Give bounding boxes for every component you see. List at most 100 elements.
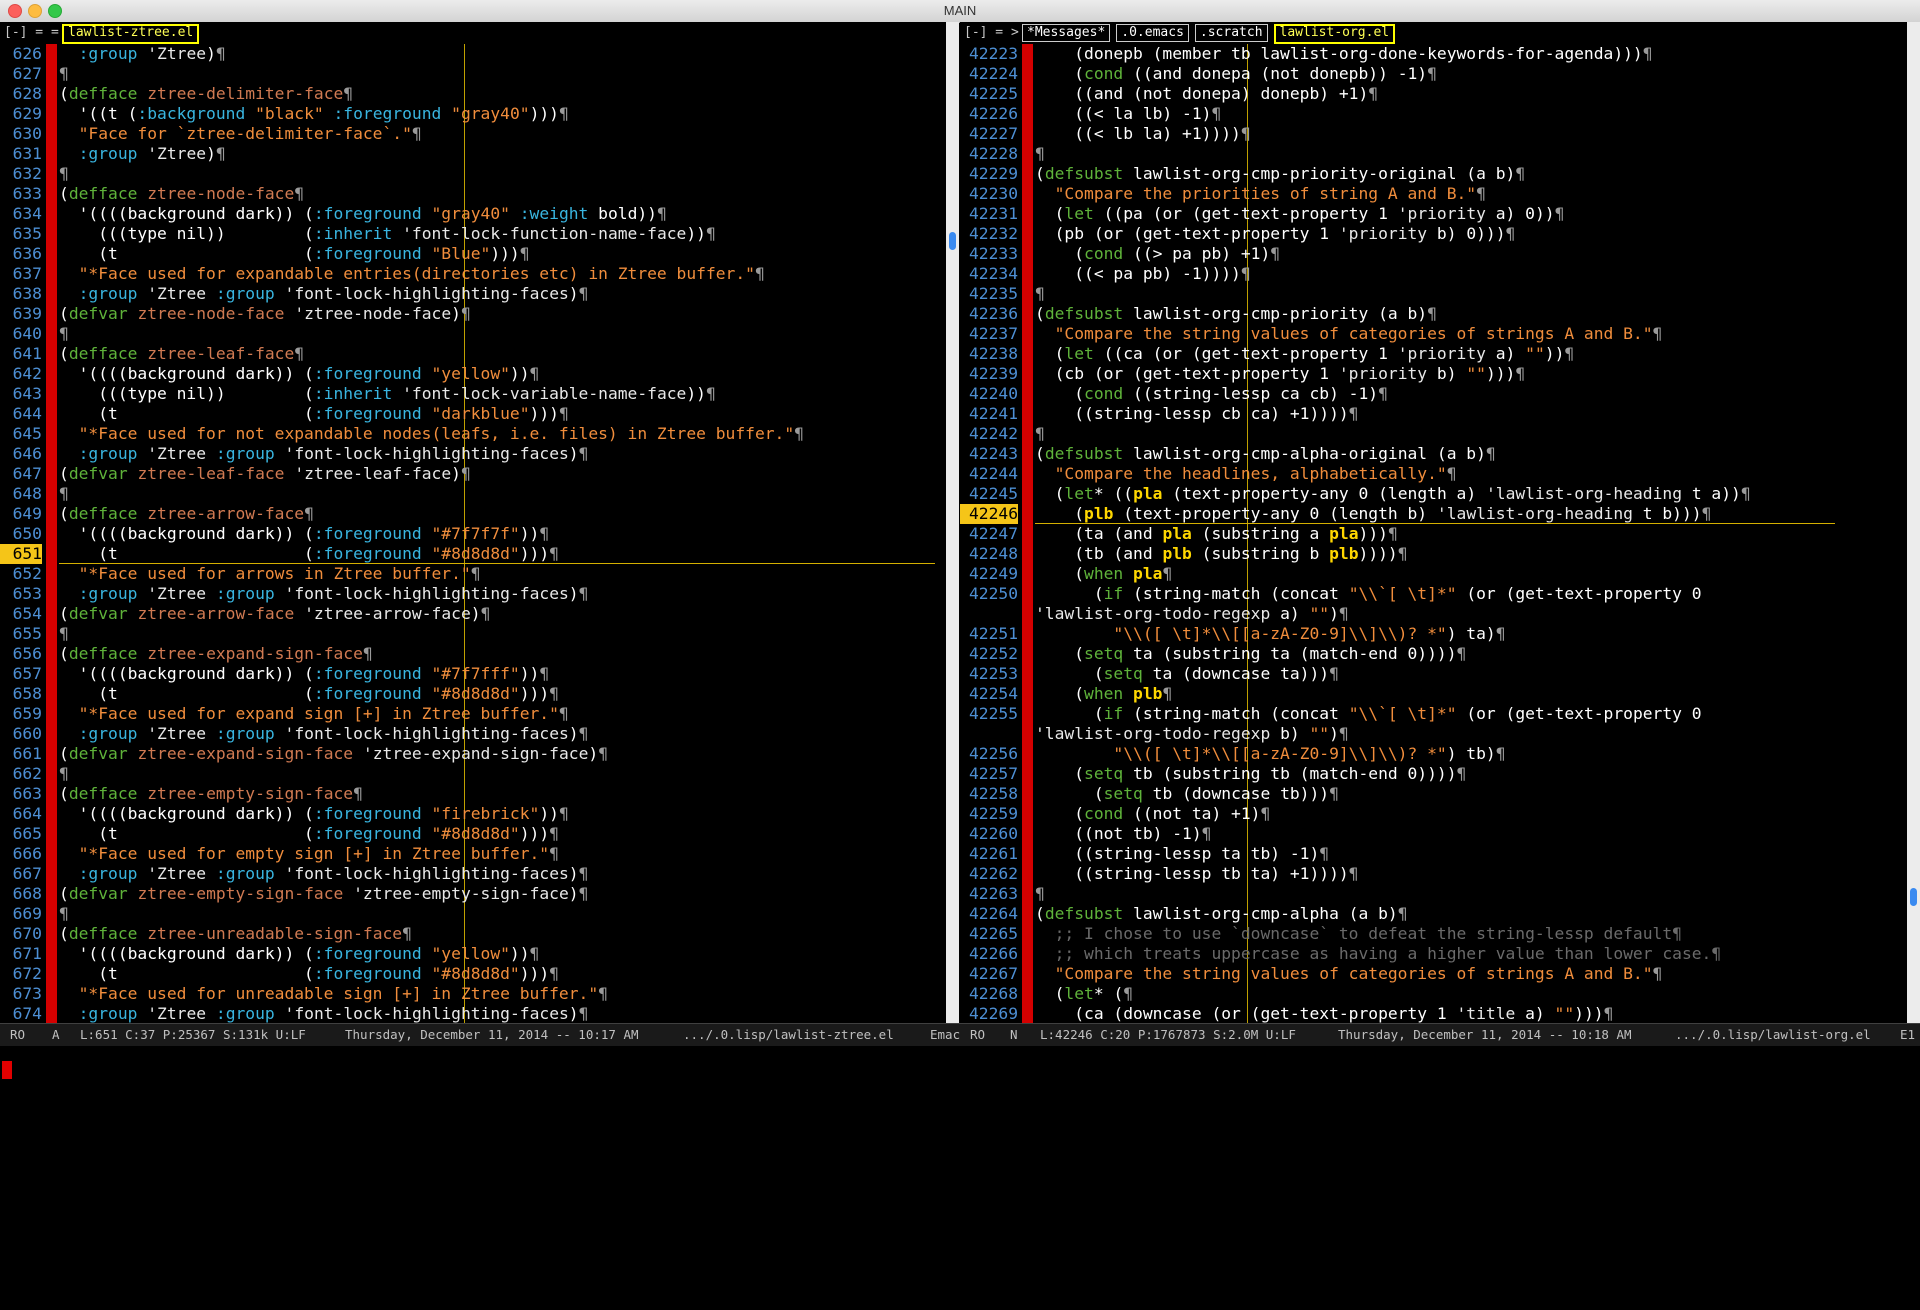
code-text[interactable]: (cond ((not ta) +1)¶ [1035,804,1270,824]
code-text[interactable]: "Face for `ztree-delimiter-face`."¶ [59,124,422,144]
code-text[interactable]: ¶ [59,624,69,644]
code-line[interactable]: 42259 (cond ((not ta) +1)¶ [960,804,1920,824]
code-line[interactable]: 42237 "Compare the string values of cate… [960,324,1920,344]
code-line[interactable]: 642 '((((background dark)) (:foreground … [0,364,946,384]
code-line[interactable]: 42255 (if (string-match (concat "\\`[ \t… [960,704,1920,724]
code-line[interactable]: 42257 (setq tb (substring tb (match-end … [960,764,1920,784]
code-text[interactable]: (defface ztree-unreadable-sign-face¶ [59,924,412,944]
code-line[interactable]: 'lawlist-org-todo-regexp b) "")¶ [960,724,1920,744]
code-text[interactable]: :group 'Ztree :group 'font-lock-highligh… [59,284,589,304]
code-line[interactable]: 42231 (let ((pa (or (get-text-property 1… [960,204,1920,224]
code-text[interactable]: ((< la lb) -1)¶ [1035,104,1221,124]
code-line[interactable]: 42235 ¶ [960,284,1920,304]
code-text[interactable]: ¶ [59,904,69,924]
code-line[interactable]: 42253 (setq ta (downcase ta)))¶ [960,664,1920,684]
code-line[interactable]: 633 (defface ztree-node-face¶ [0,184,946,204]
code-text[interactable]: (t (:foreground "#8d8d8d")))¶ [59,684,559,704]
code-text[interactable]: 'lawlist-org-todo-regexp b) "")¶ [1035,724,1349,744]
code-line[interactable]: 630 "Face for `ztree-delimiter-face`."¶ [0,124,946,144]
code-text[interactable]: :group 'Ztree)¶ [59,44,226,64]
code-line[interactable]: 42254 (when plb¶ [960,684,1920,704]
code-line[interactable]: 660 :group 'Ztree :group 'font-lock-high… [0,724,946,744]
code-text[interactable]: "\\([ \t]*\\[[a-zA-Z0-9]\\]\\)? *") tb)¶ [1035,744,1505,764]
code-line[interactable]: 42224 (cond ((and donepa (not donepb)) -… [960,64,1920,84]
code-line[interactable]: 626 :group 'Ztree)¶ [0,44,946,64]
code-line[interactable]: 42232 (pb (or (get-text-property 1 'prio… [960,224,1920,244]
code-text[interactable]: (((type nil)) (:inherit 'font-lock-varia… [59,384,716,404]
code-text[interactable]: '((((background dark)) (:foreground "#7f… [59,664,550,684]
code-text[interactable]: (defface ztree-expand-sign-face¶ [59,644,373,664]
code-text[interactable]: "*Face used for empty sign [+] in Ztree … [59,844,559,864]
code-text[interactable]: 'lawlist-org-todo-regexp a) "")¶ [1035,604,1349,624]
code-text[interactable]: ¶ [59,764,69,784]
code-line[interactable]: 42236 (defsubst lawlist-org-cmp-priority … [960,304,1920,324]
code-text[interactable]: (t (:foreground "#8d8d8d")))¶ [59,824,559,844]
code-text[interactable]: ((and (not donepa) donepb) +1)¶ [1035,84,1378,104]
code-text[interactable]: (ta (and pla (substring a pla)))¶ [1035,524,1398,544]
code-text[interactable]: :group 'Ztree :group 'font-lock-highligh… [59,584,589,604]
code-line[interactable]: 42227 ((< lb la) +1))))¶ [960,124,1920,144]
code-line[interactable]: 42226 ((< la lb) -1)¶ [960,104,1920,124]
code-line[interactable]: 42266 ;; which treats uppercase as havin… [960,944,1920,964]
code-text[interactable]: (cond ((and donepa (not donepb)) -1)¶ [1035,64,1437,84]
right-scrollbar[interactable] [1907,22,1920,1023]
code-text[interactable]: (setq tb (substring tb (match-end 0))))¶ [1035,764,1466,784]
code-text[interactable]: (defsubst lawlist-org-cmp-alpha (a b)¶ [1035,904,1408,924]
code-line[interactable]: 651 (t (:foreground "#8d8d8d")))¶ [0,544,946,564]
code-text[interactable]: "Compare the string values of categories… [1035,964,1663,984]
code-text[interactable]: (let* ((pla (text-property-any 0 (length… [1035,484,1751,504]
right-tab-messages[interactable]: *Messages* [1022,24,1111,42]
code-text[interactable]: "*Face used for expand sign [+] in Ztree… [59,704,569,724]
code-line[interactable]: 42225 ((and (not donepa) donepb) +1)¶ [960,84,1920,104]
code-line[interactable]: 669 ¶ [0,904,946,924]
code-line[interactable]: 42264 (defsubst lawlist-org-cmp-alpha (a … [960,904,1920,924]
code-line[interactable]: 646 :group 'Ztree :group 'font-lock-high… [0,444,946,464]
code-text[interactable]: ((< lb la) +1))))¶ [1035,124,1250,144]
code-line[interactable]: 664 '((((background dark)) (:foreground … [0,804,946,824]
code-line[interactable]: 42242 ¶ [960,424,1920,444]
code-text[interactable]: ¶ [59,484,69,504]
code-text[interactable]: ((string-lessp ta tb) -1)¶ [1035,844,1329,864]
code-line[interactable]: 668 (defvar ztree-empty-sign-face 'ztree-… [0,884,946,904]
code-text[interactable]: (donepb (member tb lawlist-org-done-keyw… [1035,44,1652,64]
code-text[interactable]: :group 'Ztree :group 'font-lock-highligh… [59,444,589,464]
code-text[interactable]: "\\([ \t]*\\[[a-zA-Z0-9]\\]\\)? *") ta)¶ [1035,624,1505,644]
code-text[interactable]: (defvar ztree-arrow-face 'ztree-arrow-fa… [59,604,490,624]
code-text[interactable]: (defface ztree-leaf-face¶ [59,344,304,364]
code-text[interactable]: (tb (and plb (substring b plb))))¶ [1035,544,1407,564]
code-line[interactable]: 42256 "\\([ \t]*\\[[a-zA-Z0-9]\\]\\)? *"… [960,744,1920,764]
code-text[interactable]: (setq ta (substring ta (match-end 0))))¶ [1035,644,1466,664]
code-line[interactable]: 42250 (if (string-match (concat "\\`[ \t… [960,584,1920,604]
code-text[interactable]: (ca (downcase (or (get-text-property 1 '… [1035,1004,1613,1024]
code-text[interactable]: '((((background dark)) (:foreground "yel… [59,364,540,384]
code-text[interactable]: (when plb¶ [1035,684,1172,704]
right-tab-scratch[interactable]: .scratch [1194,24,1268,42]
code-text[interactable]: :group 'Ztree)¶ [59,144,226,164]
code-line[interactable]: 634 '((((background dark)) (:foreground … [0,204,946,224]
code-line[interactable]: 42239 (cb (or (get-text-property 1 'prio… [960,364,1920,384]
code-line[interactable]: 643 (((type nil)) (:inherit 'font-lock-v… [0,384,946,404]
code-line[interactable]: 652 "*Face used for arrows in Ztree buff… [0,564,946,584]
right-scrollbar-thumb[interactable] [1910,888,1917,906]
code-text[interactable]: (cb (or (get-text-property 1 'priority b… [1035,364,1526,384]
code-text[interactable]: (defsubst lawlist-org-cmp-alpha-original… [1035,444,1496,464]
code-text[interactable]: (defface ztree-empty-sign-face¶ [59,784,363,804]
code-line[interactable]: 42260 ((not tb) -1)¶ [960,824,1920,844]
code-text[interactable]: "Compare the string values of categories… [1035,324,1663,344]
code-line[interactable]: 659 "*Face used for expand sign [+] in Z… [0,704,946,724]
code-line[interactable]: 42252 (setq ta (substring ta (match-end … [960,644,1920,664]
code-line[interactable]: 42244 "Compare the headlines, alphabetic… [960,464,1920,484]
code-text[interactable]: (defsubst lawlist-org-cmp-priority-origi… [1035,164,1525,184]
code-text[interactable]: (((type nil)) (:inherit 'font-lock-funct… [59,224,716,244]
code-line[interactable]: 42249 (when pla¶ [960,564,1920,584]
code-line[interactable]: 42247 (ta (and pla (substring a pla)))¶ [960,524,1920,544]
code-line[interactable]: 665 (t (:foreground "#8d8d8d")))¶ [0,824,946,844]
code-line[interactable]: 42233 (cond ((> pa pb) +1)¶ [960,244,1920,264]
code-text[interactable]: (if (string-match (concat "\\`[ \t]*" (o… [1035,704,1702,724]
code-line[interactable]: 42251 "\\([ \t]*\\[[a-zA-Z0-9]\\]\\)? *"… [960,624,1920,644]
code-text[interactable]: (if (string-match (concat "\\`[ \t]*" (o… [1035,584,1702,604]
code-line[interactable]: 653 :group 'Ztree :group 'font-lock-high… [0,584,946,604]
code-line[interactable]: 42223 (donepb (member tb lawlist-org-don… [960,44,1920,64]
code-line[interactable]: 632 ¶ [0,164,946,184]
code-line[interactable]: 649 (defface ztree-arrow-face¶ [0,504,946,524]
